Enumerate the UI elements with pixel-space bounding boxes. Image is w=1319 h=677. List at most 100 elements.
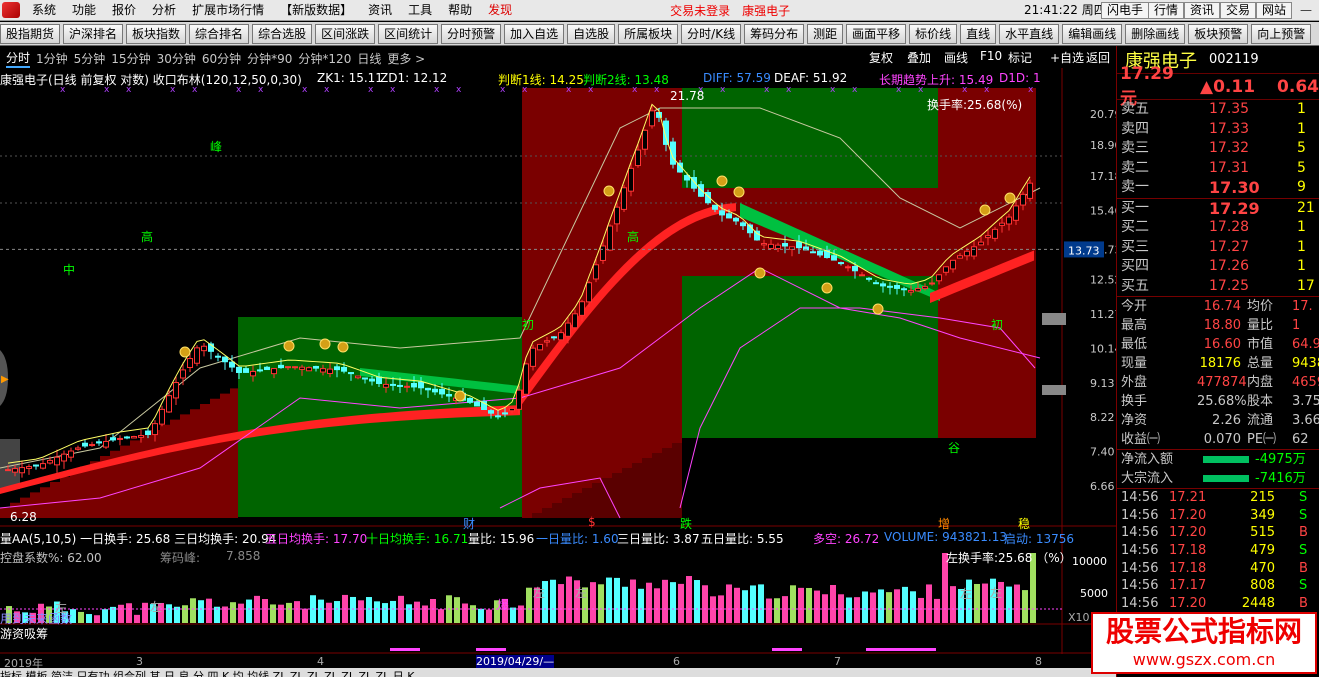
period-tab-1[interactable]: 1分钟 — [36, 50, 68, 67]
volume-bar — [758, 584, 764, 623]
period-tab-0[interactable]: 分时 — [6, 49, 31, 68]
chart-action-1[interactable]: 叠加 — [907, 49, 931, 66]
candle-body — [54, 456, 60, 466]
period-tab-8[interactable]: 日线 — [357, 50, 381, 67]
candle-body — [971, 246, 977, 257]
volume-bar — [102, 609, 108, 623]
toolbar-button-21[interactable]: 向上预警 — [1251, 23, 1312, 44]
chart-action-0[interactable]: 复权 — [869, 49, 893, 66]
menu-new-data[interactable]: 【新版数据】 — [272, 0, 360, 21]
asks-qty: 5 — [1297, 159, 1306, 176]
menu-help[interactable]: 帮助 — [440, 0, 480, 21]
toolbar-button-6[interactable]: 区间统计 — [378, 23, 439, 44]
hot-money-mark — [390, 648, 420, 651]
quote-stock-code: 002119 — [1209, 52, 1259, 67]
toolbar-button-19[interactable]: 删除画线 — [1125, 23, 1186, 44]
toolbar-button-5[interactable]: 区间涨跌 — [315, 23, 376, 44]
toolbar-button-13[interactable]: 测距 — [807, 23, 844, 44]
candle-body — [943, 266, 949, 273]
volume-bar — [982, 583, 988, 623]
volume-bar — [526, 587, 532, 623]
period-tab-7[interactable]: 分钟*120 — [298, 50, 351, 67]
toolbar-button-7[interactable]: 分时预警 — [441, 23, 502, 44]
menu-extended-market[interactable]: 扩展市场行情 — [184, 0, 272, 21]
volume-bar — [726, 584, 732, 623]
asks-label: 卖三 — [1121, 140, 1149, 156]
toolbar-button-11[interactable]: 分时/K线 — [681, 23, 742, 44]
candle-body — [96, 441, 102, 444]
tick-s: S — [1299, 490, 1308, 505]
asks-label: 卖一 — [1121, 179, 1149, 195]
top-star-mark: x — [852, 85, 858, 95]
toolbar-button-9[interactable]: 自选股 — [567, 23, 616, 44]
news-button[interactable]: 资讯 — [1184, 2, 1221, 19]
flow-value: -4975万 — [1255, 452, 1306, 467]
top-star-mark: x — [764, 85, 770, 95]
toolbar-button-0[interactable]: 股指期货 — [0, 23, 61, 44]
toolbar-button-8[interactable]: 加入自选 — [504, 23, 565, 44]
period-tab-2[interactable]: 5分钟 — [74, 50, 106, 67]
vol-3day-ratio: 三日量比: 3.87 — [617, 532, 700, 546]
label-initial-1: 初 — [522, 318, 535, 332]
mark-dollar: $ — [588, 515, 596, 529]
toolbar-button-20[interactable]: 板块预警 — [1188, 23, 1249, 44]
menu-tools[interactable]: 工具 — [400, 0, 440, 21]
period-tab-3[interactable]: 15分钟 — [111, 50, 150, 67]
stat-b: 18.80 — [1203, 318, 1241, 333]
minimize-icon[interactable]: — — [1299, 3, 1313, 17]
stat-b: 0.070 — [1203, 432, 1241, 447]
candle-body — [285, 366, 291, 369]
chart-action-5[interactable]: +自选 — [1050, 49, 1084, 66]
chart-action-3[interactable]: F10 — [980, 49, 1002, 63]
indicator-tabs[interactable]: 指标 模板 简洁 只有功 组合列 其 日 良 分 四 K 均 均线 ZL ZL … — [0, 668, 1116, 677]
toolbar-button-3[interactable]: 综合排名 — [189, 23, 250, 44]
high-price-mark: 21.78 — [670, 89, 705, 103]
stat-c: 总量 — [1247, 356, 1274, 371]
toolbar-button-17[interactable]: 水平直线 — [999, 23, 1060, 44]
menu-function[interactable]: 功能 — [64, 0, 104, 21]
candle-body — [257, 369, 263, 372]
candle-body — [810, 251, 816, 254]
label-initial-2: 初 — [991, 318, 1004, 332]
login-status[interactable]: 交易未登录 — [670, 2, 730, 19]
period-tab-4[interactable]: 30分钟 — [157, 50, 196, 67]
volume-bar — [622, 586, 628, 623]
chart-canvas[interactable]: xxxxxxxxxxxxxxxxxxxxxxxxxxxxxx20.7918.90… — [0, 68, 1116, 654]
chart-action-6[interactable]: 返回 — [1086, 49, 1110, 66]
signal-coin-10 — [872, 303, 884, 315]
vol-axis-10000: 10000 — [1072, 555, 1107, 568]
period-tab-6[interactable]: 分钟*90 — [247, 50, 292, 67]
signal-coin-1 — [283, 340, 295, 352]
volume-bar — [278, 604, 284, 623]
toolbar-button-16[interactable]: 直线 — [960, 23, 997, 44]
toolbar-button-12[interactable]: 筹码分布 — [744, 23, 805, 44]
menu-system[interactable]: 系统 — [24, 0, 64, 21]
candle-body — [369, 378, 375, 382]
toolbar-button-1[interactable]: 沪深排名 — [63, 23, 124, 44]
period-tab-5[interactable]: 60分钟 — [202, 50, 241, 67]
candle-body — [831, 255, 837, 261]
trade-button[interactable]: 交易 — [1220, 2, 1257, 19]
quote-button[interactable]: 行情 — [1148, 2, 1185, 19]
menu-discover[interactable]: 发现 — [480, 0, 520, 21]
toolbar-button-18[interactable]: 编辑画线 — [1062, 23, 1123, 44]
chart-action-4[interactable]: 标记 — [1008, 49, 1032, 66]
menu-analysis[interactable]: 分析 — [144, 0, 184, 21]
website-button[interactable]: 网站 — [1256, 2, 1293, 19]
chart-action-2[interactable]: 画线 — [944, 49, 968, 66]
toolbar-button-14[interactable]: 画面平移 — [846, 23, 907, 44]
menu-quote[interactable]: 报价 — [104, 0, 144, 21]
kline-chart[interactable]: xxxxxxxxxxxxxxxxxxxxxxxxxxxxxx20.7918.90… — [0, 68, 1116, 670]
volume-bar — [94, 615, 100, 623]
toolbar-button-4[interactable]: 综合选股 — [252, 23, 313, 44]
candle-body — [866, 277, 872, 280]
period-tab-9[interactable]: 更多 > — [387, 50, 425, 67]
watermark: 股票公式指标网 www.gszx.com.cn — [1091, 612, 1317, 674]
tick-q: 479 — [1250, 543, 1275, 559]
menu-news[interactable]: 资讯 — [360, 0, 400, 21]
stat-a: 外盘 — [1121, 375, 1148, 390]
toolbar-button-10[interactable]: 所属板块 — [618, 23, 679, 44]
toolbar-button-15[interactable]: 标价线 — [909, 23, 958, 44]
flash-trade-button[interactable]: 闪电手 — [1101, 2, 1150, 19]
toolbar-button-2[interactable]: 板块指数 — [126, 23, 187, 44]
